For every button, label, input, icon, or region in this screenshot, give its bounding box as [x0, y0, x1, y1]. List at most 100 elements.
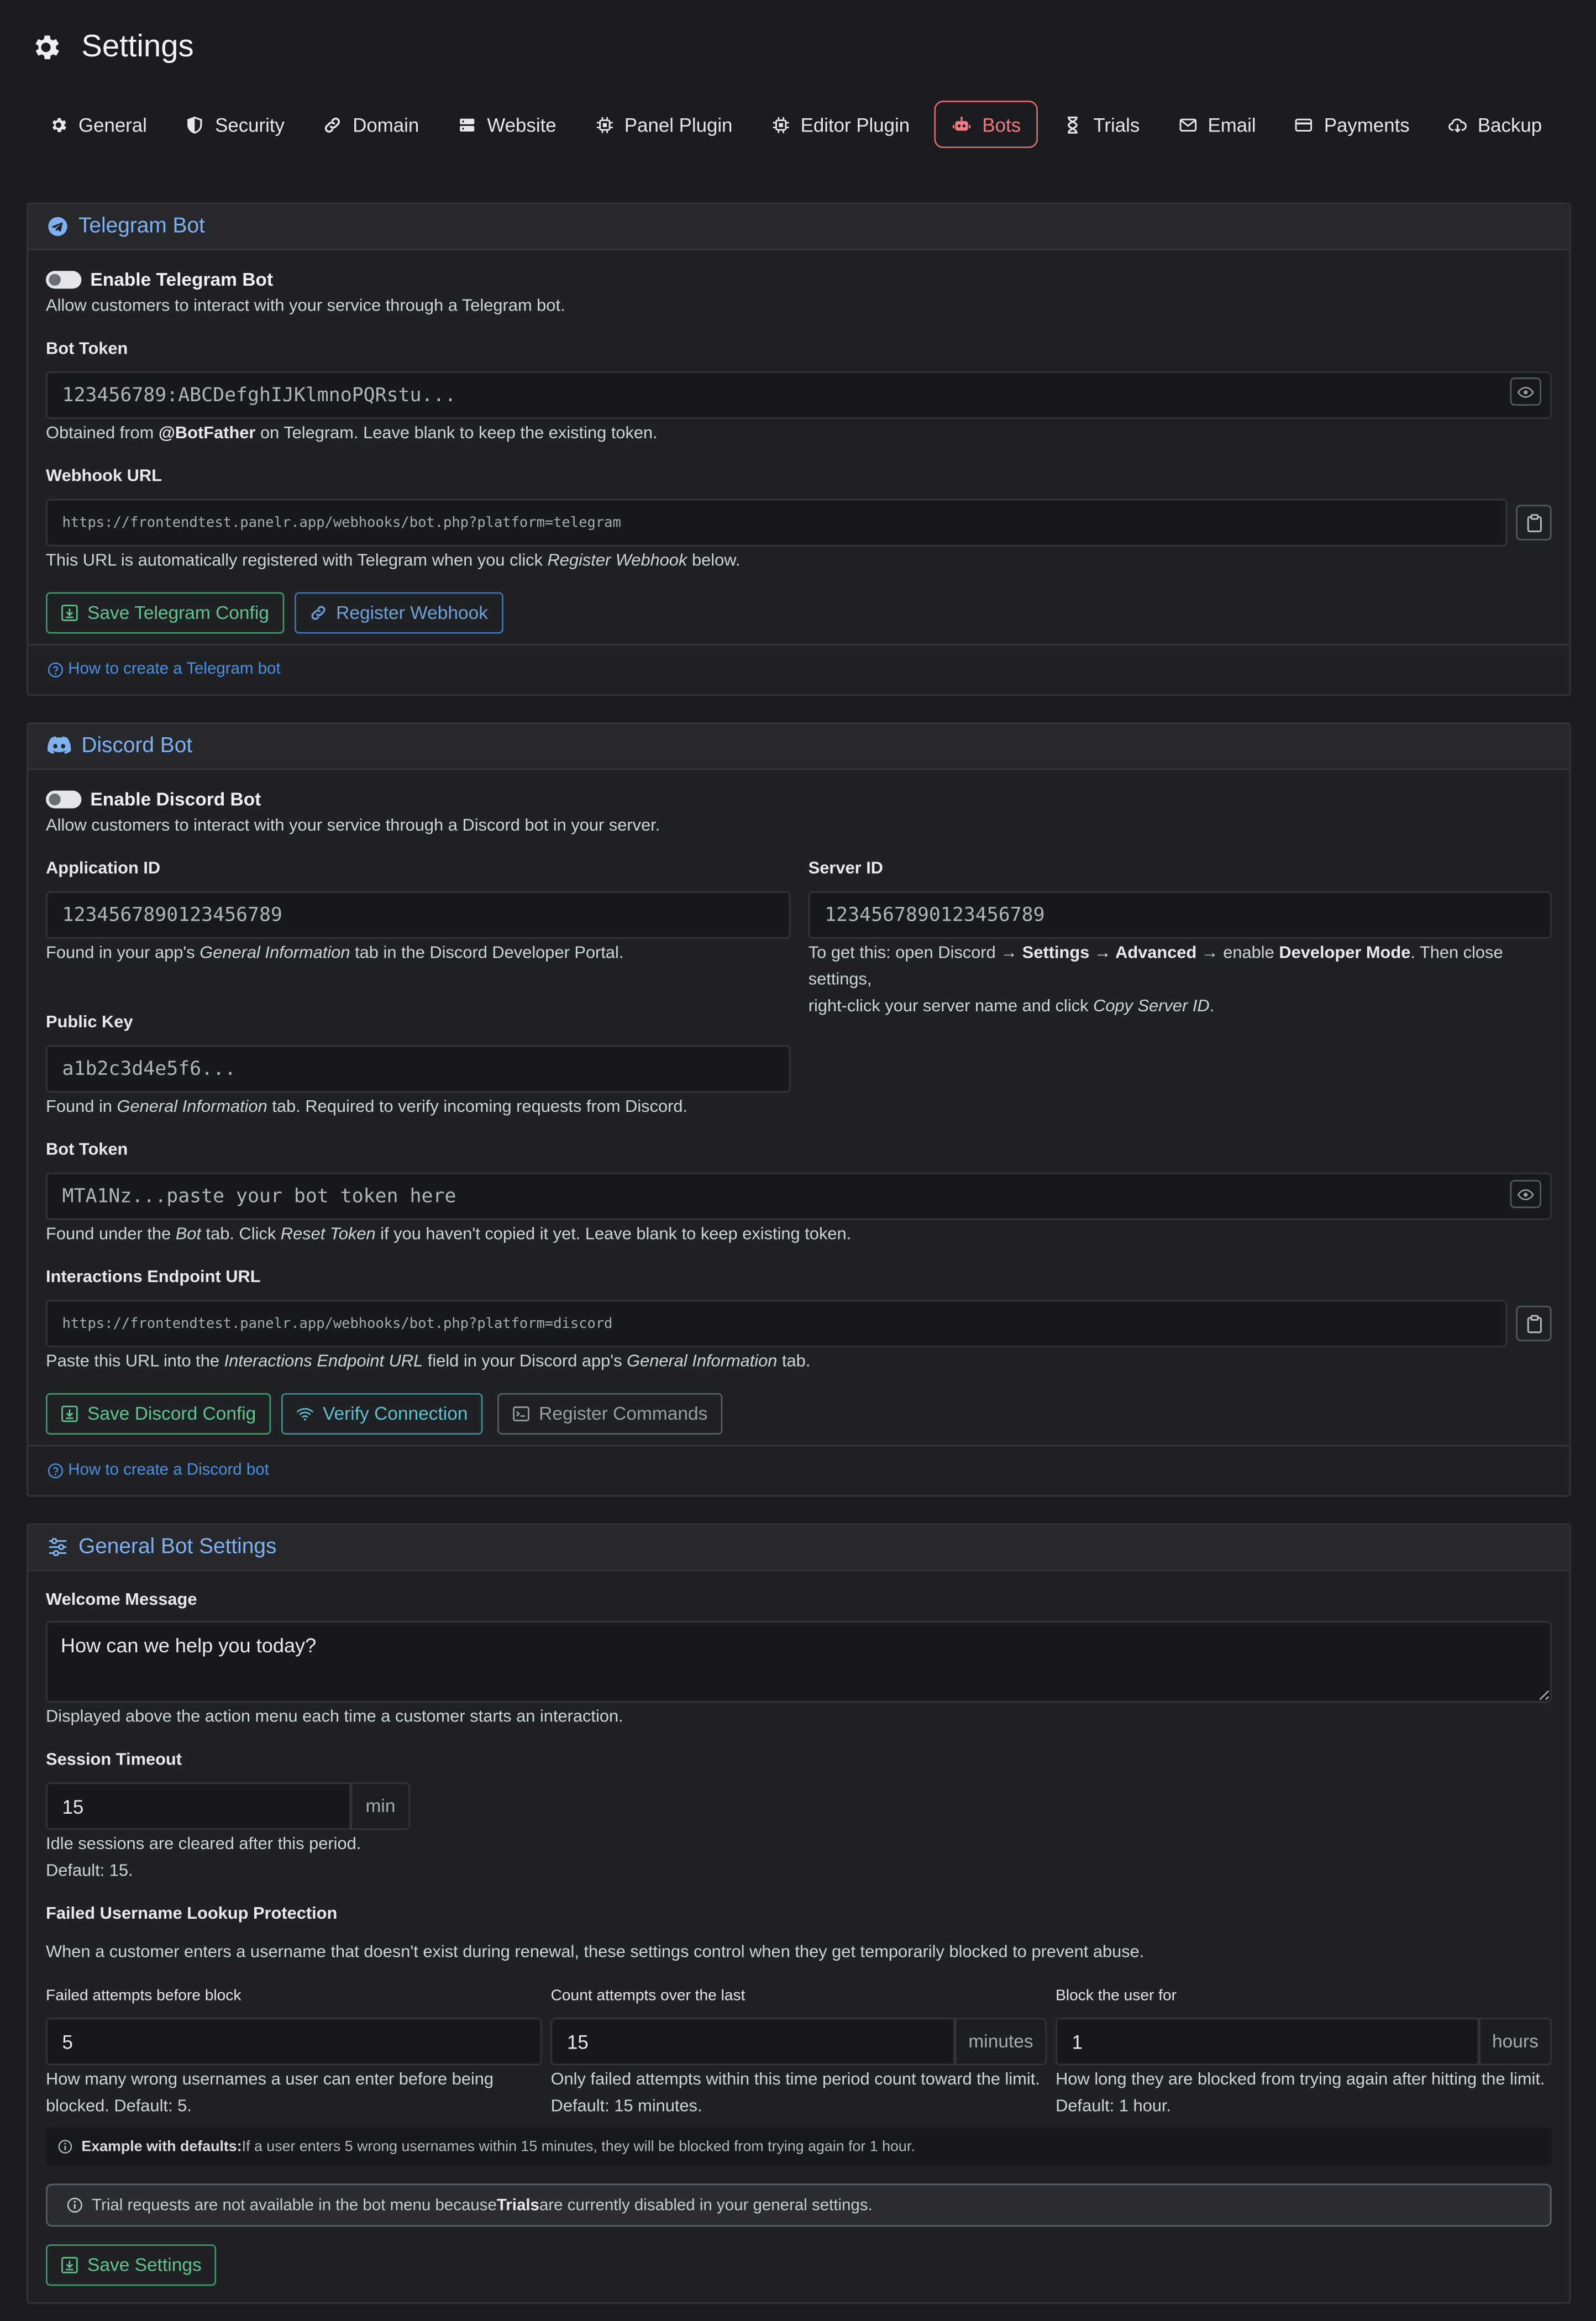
enable-discord-toggle[interactable]	[46, 790, 82, 808]
application-id-label: Application ID	[46, 860, 161, 878]
session-timeout-input[interactable]: 15	[46, 1782, 351, 1830]
copy-webhook-button[interactable]	[1516, 505, 1552, 540]
help-strong: Settings → Advanced	[1022, 944, 1197, 963]
tab-general[interactable]: General	[35, 101, 160, 148]
save-discord-config-button[interactable]: Save Discord Config	[46, 1393, 271, 1435]
shield-icon	[186, 115, 205, 134]
tab-payments[interactable]: Payments	[1281, 101, 1423, 148]
help-text: Default: 1 hour.	[1056, 2098, 1172, 2116]
placeholder: 1234567890123456789	[825, 904, 1045, 926]
help-text: Only failed attempts within this time pe…	[550, 2071, 1040, 2089]
settings-tabs: General Security Domain Website Panel Pl…	[35, 99, 1596, 149]
tab-backup[interactable]: Backup	[1435, 101, 1555, 148]
tab-label: Trials	[1093, 113, 1140, 136]
attempt-window-input[interactable]: 15	[550, 2018, 955, 2066]
help-strong: Developer Mode	[1279, 944, 1411, 963]
tab-domain[interactable]: Domain	[309, 101, 432, 148]
tab-bots[interactable]: Bots	[935, 101, 1039, 148]
application-id-help: Found in your app's General Information …	[46, 940, 623, 967]
gear-icon	[30, 31, 62, 64]
help-emphasis: General Information	[200, 944, 350, 963]
field-value: 1	[1072, 2030, 1083, 2053]
server-id-input[interactable]: 1234567890123456789	[808, 891, 1552, 939]
divider	[28, 644, 1569, 646]
link-icon	[323, 115, 343, 134]
server-icon	[458, 115, 477, 134]
alert-text: Trial requests are not available in the …	[92, 2196, 497, 2214]
endpoint-help: Paste this URL into the Interactions End…	[46, 1349, 810, 1375]
application-id-input[interactable]: 1234567890123456789	[46, 891, 791, 939]
tab-label: Backup	[1477, 113, 1542, 136]
protection-help: When a customer enters a username that d…	[46, 1944, 1144, 1962]
tab-email[interactable]: Email	[1165, 101, 1269, 148]
tab-editor-plugin[interactable]: Editor Plugin	[758, 101, 923, 148]
copy-endpoint-button[interactable]	[1516, 1305, 1552, 1342]
tab-label: Email	[1208, 113, 1256, 136]
page-title: Settings	[81, 29, 194, 64]
save-icon	[61, 2256, 78, 2274]
tab-website[interactable]: Website	[444, 101, 570, 148]
chip-icon	[595, 115, 614, 134]
help-text: Found in your app's	[46, 944, 200, 963]
help-text: Obtained from	[46, 424, 159, 443]
terminal-icon	[512, 1405, 530, 1422]
enable-telegram-toggle[interactable]	[46, 271, 82, 289]
telegram-bot-card: Telegram Bot Enable Telegram Bot Allow c…	[27, 203, 1571, 696]
button-label: Register Commands	[539, 1403, 708, 1425]
placeholder: 123456789:ABCDefghIJKlmnoPQRstu...	[62, 384, 456, 407]
interactions-endpoint-label: Interactions Endpoint URL	[46, 1268, 261, 1287]
block-unit-addon: hours	[1479, 2018, 1552, 2066]
welcome-message-textarea[interactable]: How can we help you today?	[46, 1621, 1552, 1703]
discord-bot-token-input[interactable]: MTA1Nz...paste your bot token here	[46, 1172, 1552, 1220]
help-text: tab. Click	[201, 1226, 281, 1244]
show-token-button[interactable]	[1510, 1180, 1541, 1209]
help-text: if you haven't copied it yet. Leave blan…	[375, 1226, 852, 1244]
save-icon	[61, 1405, 78, 1422]
help-emphasis: Bot	[175, 1226, 201, 1244]
telegram-webhook-url-field[interactable]: https://frontendtest.panelr.app/webhooks…	[46, 498, 1508, 547]
placeholder: a1b2c3d4e5f6...	[62, 1058, 237, 1080]
wifi-icon	[296, 1405, 314, 1422]
field-value: 15	[567, 2030, 589, 2053]
page-header: Settings	[0, 0, 1596, 68]
telegram-bot-token-input[interactable]: 123456789:ABCDefghIJKlmnoPQRstu...	[46, 371, 1552, 419]
tab-security[interactable]: Security	[172, 101, 298, 148]
credit-card-icon	[1294, 115, 1314, 134]
help-emphasis: Register Webhook	[547, 552, 687, 570]
tab-label: General	[78, 113, 147, 136]
tab-trials[interactable]: Trials	[1051, 101, 1153, 148]
discord-enable-row: Enable Discord Bot	[46, 789, 261, 810]
help-text: Paste this URL into the	[46, 1353, 224, 1371]
public-key-input[interactable]: a1b2c3d4e5f6...	[46, 1045, 791, 1093]
card-title: General Bot Settings	[78, 1535, 277, 1559]
token-help: Obtained from @BotFather on Telegram. Le…	[46, 421, 658, 447]
save-settings-button[interactable]: Save Settings	[46, 2244, 217, 2286]
register-webhook-button[interactable]: Register Webhook	[295, 592, 503, 634]
window-label: Count attempts over the last	[550, 1987, 746, 2005]
toggle-label: Enable Telegram Bot	[90, 269, 274, 291]
cloud-download-icon	[1448, 115, 1467, 134]
link-icon	[309, 604, 327, 622]
info-icon	[67, 2197, 83, 2213]
divider	[28, 1445, 1569, 1447]
tab-label: Website	[487, 113, 556, 136]
tab-label: Domain	[353, 113, 419, 136]
discord-bot-card: Discord Bot Enable Discord Bot Allow cus…	[27, 722, 1571, 1497]
save-telegram-config-button[interactable]: Save Telegram Config	[46, 592, 284, 634]
verify-connection-button[interactable]: Verify Connection	[281, 1393, 483, 1435]
window-help: Only failed attempts within this time pe…	[551, 2067, 1040, 2120]
window-unit-addon: minutes	[954, 2018, 1047, 2066]
placeholder: 1234567890123456789	[62, 904, 282, 926]
discord-howto-link[interactable]: How to create a Discord bot	[48, 1461, 269, 1479]
show-token-button[interactable]	[1510, 377, 1541, 406]
card-title: Telegram Bot	[78, 214, 205, 239]
failed-attempts-input[interactable]: 5	[46, 2018, 542, 2066]
card-header: Discord Bot	[28, 724, 1569, 770]
help-text: Default: 15 minutes.	[550, 2098, 702, 2116]
interactions-endpoint-url-field[interactable]: https://frontendtest.panelr.app/webhooks…	[46, 1300, 1508, 1347]
register-commands-button[interactable]: Register Commands	[497, 1393, 723, 1435]
tab-panel-plugin[interactable]: Panel Plugin	[581, 101, 746, 148]
help-emphasis: General Information	[627, 1353, 778, 1371]
telegram-howto-link[interactable]: How to create a Telegram bot	[48, 660, 281, 678]
block-duration-input[interactable]: 1	[1056, 2018, 1479, 2066]
